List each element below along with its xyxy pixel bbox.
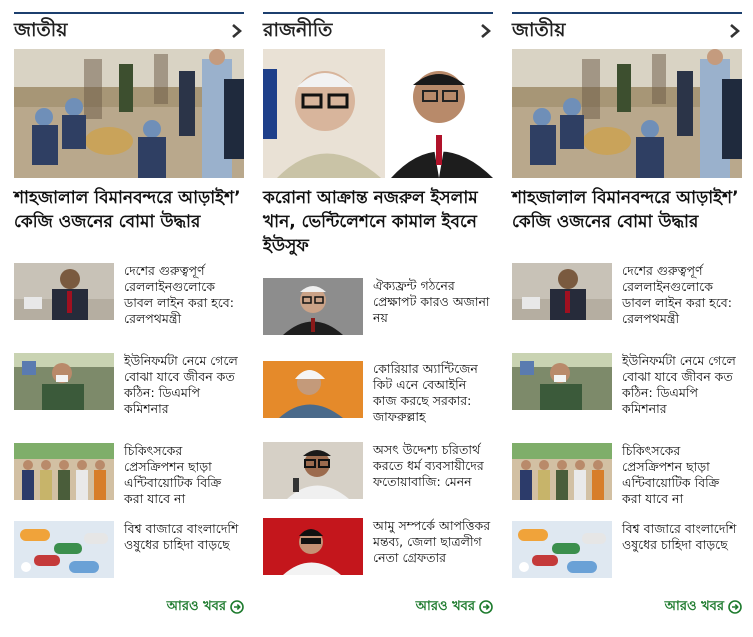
bomb-disposal-photo: [14, 49, 244, 178]
item-headline[interactable]: ইউনিফর্মটা নেমে গেলে বোঝা যাবে জীবন কত ক…: [124, 353, 244, 417]
bomb-disposal-photo: [512, 49, 742, 178]
news-column-politics: রাজনীতি করোনা আক্রান্ত নজরুল ইসলাম খান, …: [263, 0, 493, 637]
list-item[interactable]: বিশ্ব বাজারে বাংলাদেশি ওষুধের চাহিদা বাড…: [512, 521, 742, 581]
item-thumbnail[interactable]: [14, 521, 114, 578]
item-headline[interactable]: ঐক্যফ্রন্ট গঠনের প্রেক্ষাপট কারও অজানা ন…: [373, 278, 493, 326]
list-item[interactable]: ইউনিফর্মটা নেমে গেলে বোঝা যাবে জীবন কত ক…: [512, 353, 742, 416]
item-headline[interactable]: কোরিয়ার অ্যান্টিজেন কিট এনে বেআইনি কাজ …: [373, 361, 493, 425]
list-item[interactable]: বিশ্ব বাজারে বাংলাদেশি ওষুধের চাহিদা বাড…: [14, 521, 244, 581]
section-title[interactable]: জাতীয়: [512, 18, 565, 42]
chevron-right-icon[interactable]: [728, 23, 742, 39]
chevron-right-icon[interactable]: [230, 23, 244, 39]
more-news-link[interactable]: আরও খবর: [416, 598, 493, 616]
item-headline[interactable]: বিশ্ব বাজারে বাংলাদেশি ওষুধের চাহিদা বাড…: [622, 521, 742, 553]
minister-photo: [14, 263, 114, 320]
section-title[interactable]: রাজনীতি: [263, 18, 332, 42]
list-item[interactable]: আমু সম্পর্কে আপত্তিকর মন্তব্য, জেলা ছাত্…: [263, 518, 493, 578]
lead-image[interactable]: [512, 49, 742, 178]
item-headline[interactable]: অসৎ উদ্দেশ্য চরিতার্থ করতে ধর্ম ব্যবসায়…: [373, 442, 493, 490]
item-thumbnail[interactable]: [14, 263, 114, 320]
list-item[interactable]: চিকিৎসকের প্রেসক্রিপশন ছাড়া এন্টিবায়োট…: [14, 443, 244, 506]
circle-arrow-right-icon[interactable]: [728, 600, 742, 614]
item-thumbnail[interactable]: [263, 518, 363, 575]
more-news-link[interactable]: আরও খবর: [167, 598, 244, 616]
list-item[interactable]: চিকিৎসকের প্রেসক্রিপশন ছাড়া এন্টিবায়োট…: [512, 443, 742, 506]
lead-image[interactable]: [263, 49, 493, 178]
list-item[interactable]: অসৎ উদ্দেশ্য চরিতার্থ করতে ধর্ম ব্যবসায়…: [263, 442, 493, 502]
item-headline[interactable]: দেশের গুরুত্বপূর্ণ রেললাইনগুলোকে ডাবল লা…: [622, 263, 742, 327]
list-item[interactable]: কোরিয়ার অ্যান্টিজেন কিট এনে বেআইনি কাজ …: [263, 361, 493, 424]
item-thumbnail[interactable]: [263, 278, 363, 335]
circle-arrow-right-icon[interactable]: [230, 600, 244, 614]
two-politicians-photo: [263, 49, 493, 178]
group-photo: [14, 443, 114, 500]
politician-photo: [263, 278, 363, 335]
item-thumbnail[interactable]: [263, 442, 363, 499]
medicine-photo: [512, 521, 612, 578]
section-header[interactable]: রাজনীতি: [263, 12, 493, 44]
item-thumbnail[interactable]: [512, 443, 612, 500]
item-thumbnail[interactable]: [512, 353, 612, 410]
medicine-photo: [14, 521, 114, 578]
item-headline[interactable]: ইউনিফর্মটা নেমে গেলে বোঝা যাবে জীবন কত ক…: [622, 353, 742, 417]
lead-headline[interactable]: শাহজালাল বিমানবন্দরে আড়াইশ’ কেজি ওজনের …: [512, 186, 742, 234]
more-news-label[interactable]: আরও খবর: [167, 597, 226, 618]
police-officer-photo: [512, 353, 612, 410]
more-news-label[interactable]: আরও খবর: [665, 597, 724, 618]
list-item[interactable]: ঐক্যফ্রন্ট গঠনের প্রেক্ষাপট কারও অজানা ন…: [263, 278, 493, 338]
news-column-national-1: জাতীয় শাহজালাল বিমানবন্দরে আড়াইশ’ কেজি…: [14, 0, 244, 637]
list-item[interactable]: ইউনিফর্মটা নেমে গেলে বোঝা যাবে জীবন কত ক…: [14, 353, 244, 416]
section-header[interactable]: জাতীয়: [14, 12, 244, 44]
item-thumbnail[interactable]: [512, 263, 612, 320]
item-thumbnail[interactable]: [14, 353, 114, 410]
chevron-right-icon[interactable]: [479, 23, 493, 39]
young-man-photo: [263, 518, 363, 575]
minister-photo: [512, 263, 612, 320]
more-news-label[interactable]: আরও খবর: [416, 597, 475, 618]
item-thumbnail[interactable]: [14, 443, 114, 500]
section-header[interactable]: জাতীয়: [512, 12, 742, 44]
item-thumbnail[interactable]: [512, 521, 612, 578]
lead-image[interactable]: [14, 49, 244, 178]
item-headline[interactable]: বিশ্ব বাজারে বাংলাদেশি ওষুধের চাহিদা বাড…: [124, 521, 244, 553]
circle-arrow-right-icon[interactable]: [479, 600, 493, 614]
item-headline[interactable]: আমু সম্পর্কে আপত্তিকর মন্তব্য, জেলা ছাত্…: [373, 518, 493, 566]
list-item[interactable]: দেশের গুরুত্বপূর্ণ রেললাইনগুলোকে ডাবল লা…: [512, 263, 742, 326]
list-item[interactable]: দেশের গুরুত্বপূর্ণ রেললাইনগুলোকে ডাবল লা…: [14, 263, 244, 326]
elder-man-photo: [263, 361, 363, 418]
item-headline[interactable]: চিকিৎসকের প্রেসক্রিপশন ছাড়া এন্টিবায়োট…: [622, 443, 742, 507]
item-headline[interactable]: চিকিৎসকের প্রেসক্রিপশন ছাড়া এন্টিবায়োট…: [124, 443, 244, 507]
group-photo: [512, 443, 612, 500]
more-news-link[interactable]: আরও খবর: [665, 598, 742, 616]
lead-headline[interactable]: শাহজালাল বিমানবন্দরে আড়াইশ’ কেজি ওজনের …: [14, 186, 244, 234]
speaker-photo: [263, 442, 363, 499]
section-title[interactable]: জাতীয়: [14, 18, 67, 42]
news-column-national-2: জাতীয় শাহজালাল বিমানবন্দরে আড়াইশ’ কেজি…: [512, 0, 742, 637]
item-headline[interactable]: দেশের গুরুত্বপূর্ণ রেললাইনগুলোকে ডাবল লা…: [124, 263, 244, 327]
item-thumbnail[interactable]: [263, 361, 363, 418]
lead-headline[interactable]: করোনা আক্রান্ত নজরুল ইসলাম খান, ভেন্টিলে…: [263, 186, 493, 258]
police-officer-photo: [14, 353, 114, 410]
